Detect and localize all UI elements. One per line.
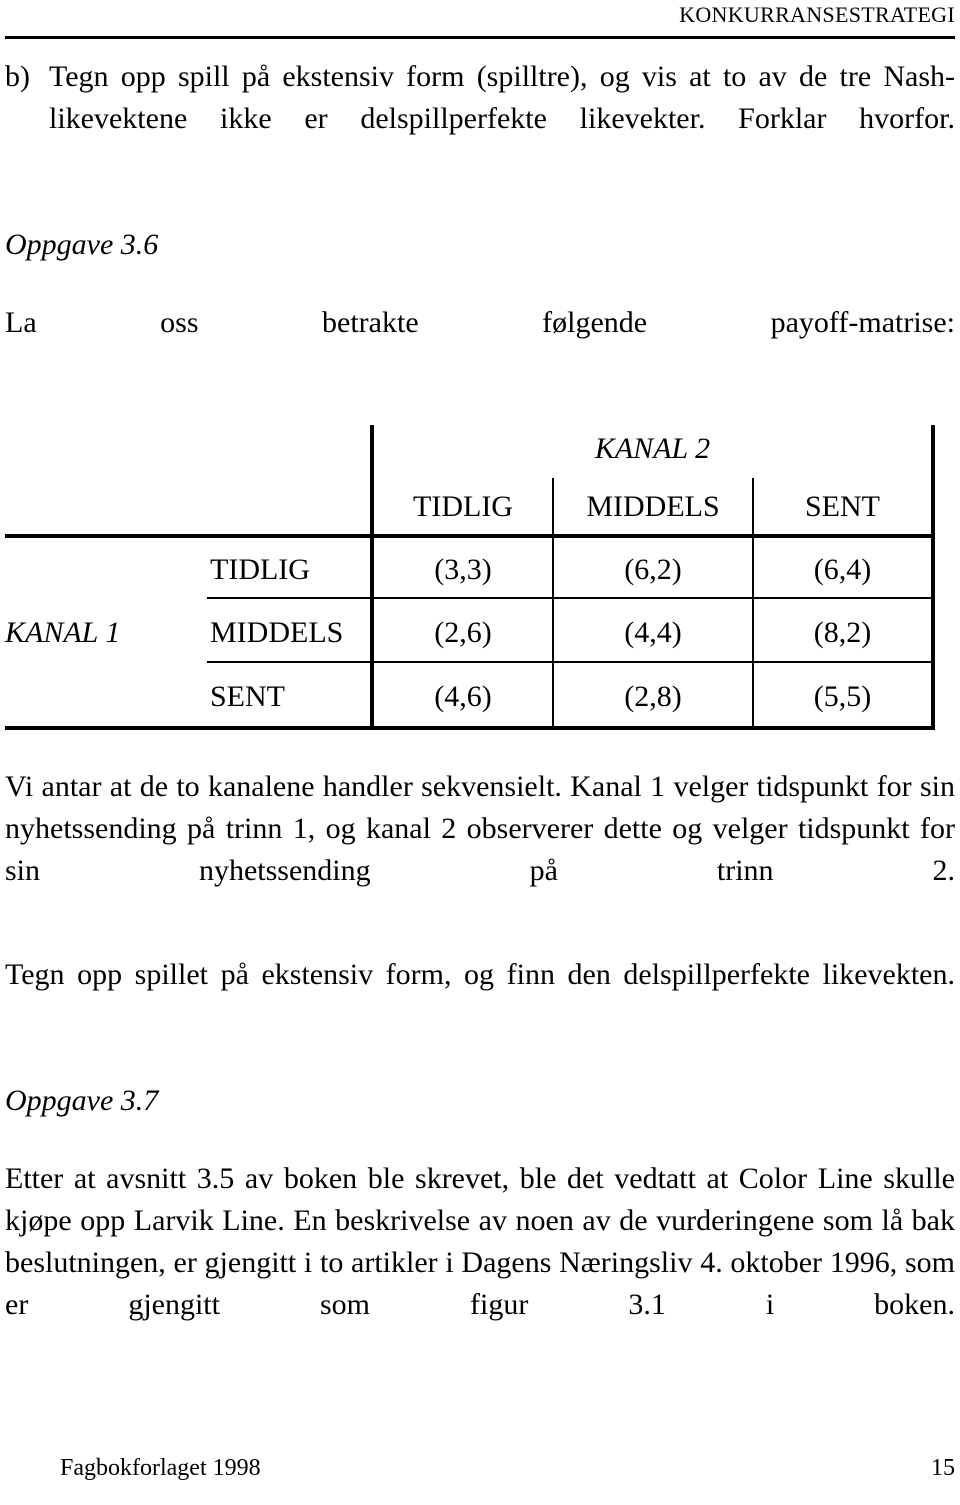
payoff-matrix-container: KANAL 2 TIDLIG MIDDELS SENT KANAL 1 TIDL… — [5, 420, 935, 730]
matrix-row-player-label: KANAL 1 — [5, 616, 121, 649]
running-header-title: KONKURRANSESTRATEGI — [679, 2, 955, 27]
matrix-cell-r1c2: (8,2) — [813, 616, 872, 649]
task-36-paragraph-2: Tegn opp spillet på ekstensiv form, og f… — [5, 958, 955, 991]
task-37-paragraph-1: Etter at avsnitt 3.5 av boken ble skreve… — [5, 1162, 955, 1321]
matrix-column-header-tidlig: TIDLIG — [413, 490, 513, 523]
matrix-cell-r2c1: (2,8) — [624, 680, 682, 713]
running-header: KONKURRANSESTRATEGI — [5, 2, 955, 36]
matrix-row-header-sent: SENT — [210, 680, 285, 713]
matrix-cell-r1c1: (4,4) — [624, 616, 682, 649]
document-page: KONKURRANSESTRATEGI b) Tegn opp spill på… — [0, 0, 960, 1505]
matrix-cell-r0c1: (6,2) — [624, 553, 682, 586]
task-37-heading: Oppgave 3.7 — [5, 1084, 159, 1117]
matrix-cell-r2c2: (5,5) — [813, 680, 872, 713]
payoff-matrix: KANAL 2 TIDLIG MIDDELS SENT KANAL 1 TIDL… — [5, 420, 935, 730]
question-item-b: b) Tegn opp spill på ekstensiv form (spi… — [5, 56, 955, 182]
matrix-bottom-border — [5, 726, 935, 730]
task-36-intro: La oss betrakte følgende payoff-matrise: — [5, 306, 955, 339]
footer-page-number: 15 — [931, 1455, 955, 1481]
footer-publisher: Fagbokforlaget 1998 — [60, 1455, 261, 1481]
matrix-row-header-tidlig: TIDLIG — [210, 553, 310, 586]
matrix-cell-r0c2: (6,4) — [813, 553, 872, 586]
task-36-paragraph-1: Vi antar at de to kanalene handler sekve… — [5, 770, 955, 887]
question-item-b-text: Tegn opp spill på ekstensiv form (spillt… — [49, 60, 955, 135]
matrix-row-header-middels: MIDDELS — [210, 616, 344, 649]
matrix-right-border — [931, 425, 935, 730]
matrix-column-header-sent: SENT — [805, 490, 880, 523]
matrix-header-rule — [5, 534, 935, 538]
matrix-row-separator-2 — [207, 661, 931, 663]
page-footer: Fagbokforlaget 1998 15 — [5, 1453, 955, 1487]
page-content: b) Tegn opp spill på ekstensiv form (spi… — [5, 50, 955, 1368]
matrix-cell-r2c0: (4,6) — [434, 680, 492, 713]
matrix-cell-r1c0: (2,6) — [434, 616, 492, 649]
matrix-row-separator-1 — [207, 597, 931, 599]
matrix-column-header-middels: MIDDELS — [586, 490, 720, 523]
matrix-cell-r0c0: (3,3) — [434, 553, 492, 586]
matrix-column-player-label: KANAL 2 — [594, 432, 711, 465]
header-divider-rule — [5, 36, 955, 39]
question-item-b-marker: b) — [5, 60, 30, 93]
task-36-heading: Oppgave 3.6 — [5, 228, 159, 261]
